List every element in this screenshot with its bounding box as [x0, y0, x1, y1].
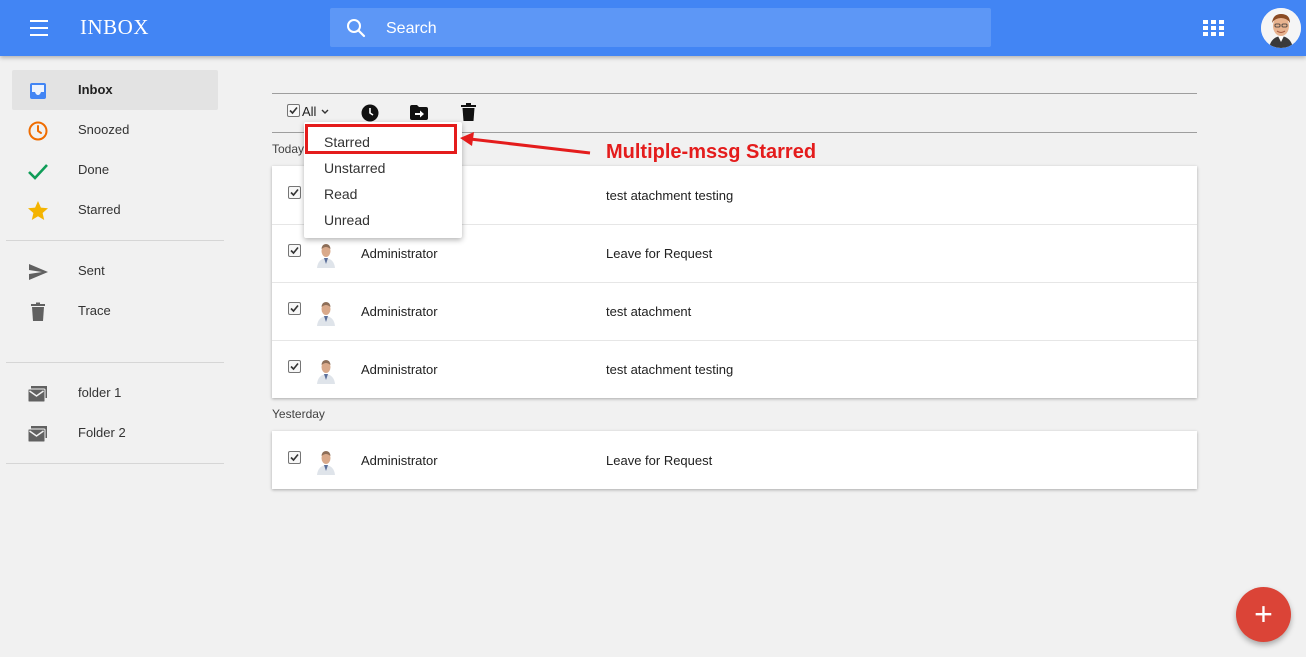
sidebar-divider: [6, 362, 224, 363]
sidebar-item-trace[interactable]: Trace: [12, 291, 218, 331]
menu-item-read[interactable]: Read: [304, 181, 462, 207]
sidebar-item-sent[interactable]: Sent: [12, 251, 218, 291]
menu-item-label: Unread: [324, 212, 370, 228]
top-bar: INBOX: [0, 0, 1306, 56]
annotation-highlight-box: [305, 124, 457, 154]
annotation-text: Multiple-mssg Starred: [606, 141, 817, 163]
search-input[interactable]: [384, 8, 968, 49]
row-checkbox[interactable]: [288, 451, 301, 464]
sidebar-item-label: Trace: [78, 303, 111, 318]
sidebar-item-done[interactable]: Done: [12, 150, 218, 190]
sidebar-divider: [6, 463, 224, 464]
select-dropdown-toggle[interactable]: All: [302, 104, 329, 119]
sidebar-item-label: Sent: [78, 263, 105, 278]
menu-item-label: Unstarred: [324, 160, 386, 176]
sender-name: Administrator: [361, 453, 438, 468]
row-checkbox[interactable]: [288, 186, 301, 199]
sidebar-item-folder-2[interactable]: Folder 2: [12, 413, 218, 453]
search-icon: [347, 19, 366, 38]
checkmark-icon: [290, 362, 299, 371]
delete-trash-icon[interactable]: [461, 103, 476, 121]
mail-folder-icon: [27, 426, 47, 443]
annotation-arrow: [460, 132, 591, 155]
sender-name: Administrator: [361, 304, 438, 319]
menu-item-unread[interactable]: Unread: [304, 207, 462, 233]
sidebar-divider: [6, 240, 224, 241]
move-to-folder-icon[interactable]: [410, 105, 428, 120]
email-subject: test atachment: [606, 304, 692, 319]
sidebar-item-label: Folder 2: [78, 425, 126, 440]
sidebar-item-starred[interactable]: Starred: [12, 190, 218, 230]
sidebar-item-folder-1[interactable]: folder 1: [12, 373, 218, 413]
hamburger-menu-icon[interactable]: [28, 18, 50, 38]
table-row[interactable]: Administrator Leave for Request: [272, 431, 1197, 489]
app-title: INBOX: [80, 15, 149, 39]
table-row[interactable]: Administrator test atachment testing: [272, 340, 1197, 398]
sidebar: Inbox Snoozed Done Starred Sent Trace fo…: [0, 56, 230, 657]
user-avatar[interactable]: [1261, 8, 1301, 48]
email-list-yesterday: Administrator Leave for Request: [272, 431, 1197, 489]
sender-avatar: [317, 360, 335, 384]
section-label-today: Today: [272, 142, 305, 156]
sidebar-item-label: Snoozed: [78, 122, 130, 137]
checkmark-icon: [290, 453, 299, 462]
email-subject: Leave for Request: [606, 453, 713, 468]
trash-icon: [31, 302, 45, 321]
sidebar-item-snoozed[interactable]: Snoozed: [12, 110, 218, 150]
mail-folder-icon: [27, 386, 47, 403]
check-icon: [28, 164, 48, 180]
checkmark-icon: [290, 188, 299, 197]
sender-avatar: [317, 451, 335, 475]
sidebar-item-label: Inbox: [78, 82, 113, 97]
compose-button[interactable]: +: [1236, 587, 1291, 642]
sidebar-item-label: Starred: [78, 202, 121, 217]
section-label-yesterday: Yesterday: [272, 407, 325, 421]
plus-icon: +: [1254, 596, 1273, 632]
sender-name: Administrator: [361, 362, 438, 377]
star-icon: [28, 201, 48, 220]
snooze-clock-icon[interactable]: [361, 104, 379, 122]
checkmark-icon: [290, 304, 299, 313]
chevron-down-icon: [321, 109, 329, 114]
clock-icon: [28, 121, 48, 141]
select-all-checkbox[interactable]: [287, 104, 300, 117]
row-checkbox[interactable]: [288, 302, 301, 315]
toolbar-top-border: [272, 93, 1197, 94]
sender-name: Administrator: [361, 246, 438, 261]
email-subject: test atachment testing: [606, 362, 734, 377]
sender-avatar: [317, 302, 335, 326]
apps-grid-icon[interactable]: [1203, 20, 1224, 37]
row-checkbox[interactable]: [288, 360, 301, 373]
table-row[interactable]: Administrator test atachment: [272, 282, 1197, 341]
menu-item-label: Read: [324, 186, 358, 202]
email-subject: Leave for Request: [606, 246, 713, 261]
checkmark-icon: [290, 246, 299, 255]
send-icon: [29, 264, 48, 280]
checkmark-icon: [289, 106, 298, 115]
email-subject: test atachment testing: [606, 188, 734, 203]
sidebar-item-label: folder 1: [78, 385, 122, 400]
inbox-icon: [30, 83, 46, 99]
select-all-label: All: [302, 104, 317, 119]
search-bar[interactable]: [330, 8, 991, 49]
sidebar-item-label: Done: [78, 162, 110, 177]
sender-avatar: [317, 244, 335, 268]
user-photo-icon: [1261, 8, 1301, 48]
row-checkbox[interactable]: [288, 244, 301, 257]
sidebar-item-inbox[interactable]: Inbox: [12, 70, 218, 110]
menu-item-unstarred[interactable]: Unstarred: [304, 155, 462, 181]
